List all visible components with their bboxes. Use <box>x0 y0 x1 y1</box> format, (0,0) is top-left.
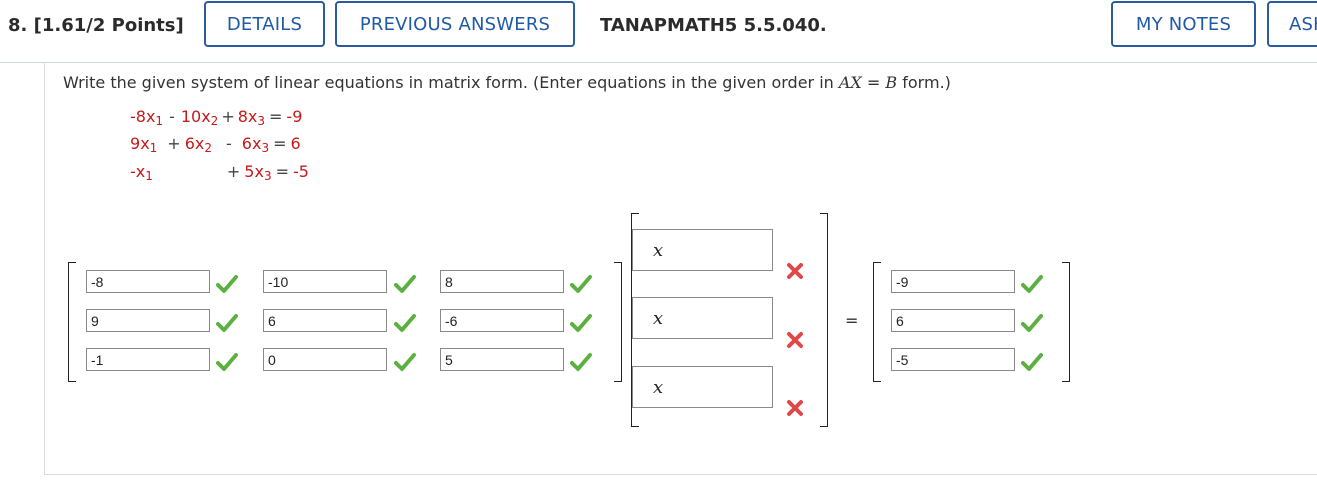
instruction-suffix: form.) <box>897 73 951 92</box>
cross-icon <box>787 263 803 279</box>
matrix-a-left-bracket <box>68 262 76 382</box>
eq3-sub-1: 1 <box>145 169 153 183</box>
check-icon <box>216 353 238 371</box>
eq2-op-2: + <box>167 134 181 153</box>
eq1-sub-3: 3 <box>257 114 266 128</box>
check-icon <box>394 353 416 371</box>
eq1-coef-1: -8 <box>130 107 146 126</box>
equation-2: 9x1 +6x2-6x3 = 6 <box>130 134 301 155</box>
matrix-b-cell-1[interactable]: -9 <box>891 270 1015 293</box>
equals-sign: = <box>845 311 859 330</box>
matrix-b-cell-2[interactable]: 6 <box>891 309 1015 332</box>
instruction-text: Write the given system of linear equatio… <box>63 73 951 92</box>
check-icon <box>570 353 592 371</box>
details-button[interactable]: DETAILS <box>204 1 325 47</box>
eq1-sub-2: 2 <box>210 114 219 128</box>
eq2-coef-2: 6 <box>184 134 195 153</box>
matrix-a-right-bracket <box>614 262 622 382</box>
matrix-a-cell-r2c3[interactable]: -6 <box>440 309 564 332</box>
eq1-op-3: + <box>221 107 235 126</box>
matrix-a-cell-r1c3[interactable]: 8 <box>440 270 564 293</box>
matrix-a-cell-r3c1[interactable]: -1 <box>86 348 210 371</box>
question-number: 8. [1.61/2 Points] <box>8 15 184 36</box>
matrix-a-cell-r1c2[interactable]: -10 <box>263 270 387 293</box>
eq1-op-2: - <box>169 107 175 126</box>
check-icon <box>394 275 416 293</box>
my-notes-button[interactable]: MY NOTES <box>1111 1 1256 47</box>
eq1-var-1: x <box>145 107 156 126</box>
instruction-ax: AX <box>838 73 862 92</box>
eq2-sub-1: 1 <box>149 141 158 155</box>
matrix-x-right-bracket <box>820 213 828 427</box>
check-icon <box>570 275 592 293</box>
matrix-b-cell-3[interactable]: -5 <box>891 348 1015 371</box>
check-icon <box>1021 275 1043 293</box>
matrix-a-cell-r3c2[interactable]: 0 <box>263 348 387 371</box>
matrix-x-cell-3[interactable]: x <box>632 366 773 408</box>
eq2-var-2: x <box>194 134 205 153</box>
eq1-rhs: -9 <box>286 107 303 126</box>
matrix-b-right-bracket <box>1062 262 1070 382</box>
eq1-var-3: x <box>247 107 258 126</box>
eq2-op-3: - <box>226 134 232 153</box>
ask-button[interactable]: ASK <box>1267 1 1317 47</box>
eq2-coef-1: 9 <box>130 134 141 153</box>
matrix-a-cell-r2c2[interactable]: 6 <box>263 309 387 332</box>
eq1-coef-3: 8 <box>237 107 248 126</box>
eq3-var-3: x <box>254 162 264 181</box>
cross-icon <box>787 400 803 416</box>
matrix-x-cell-2[interactable]: x <box>632 297 773 339</box>
eq3-var-1: x <box>135 162 146 181</box>
instruction-equals: = <box>861 73 886 92</box>
eq3-op-3: + <box>226 162 241 181</box>
equation-1: -8x1-10x2 +8x3 = -9 <box>130 107 302 128</box>
eq3-equals: = <box>275 162 289 181</box>
question-header: 8. [1.61/2 Points] DETAILS PREVIOUS ANSW… <box>0 0 1317 63</box>
instruction-prefix: Write the given system of linear equatio… <box>63 73 839 92</box>
eq3-sub-3: 3 <box>263 169 272 183</box>
matrix-a-cell-r3c3[interactable]: 5 <box>440 348 564 371</box>
equation-3: -x1 +5x3 = -5 <box>130 162 309 183</box>
check-icon <box>1021 314 1043 332</box>
problem-reference: TANAPMATH5 5.5.040. <box>600 15 827 36</box>
eq3-rhs: -5 <box>293 162 309 181</box>
eq3-coef-3: 5 <box>244 162 255 181</box>
eq1-coef-2: 10 <box>180 107 202 126</box>
eq2-coef-3: 6 <box>241 134 252 153</box>
matrix-a-cell-r1c1[interactable]: -8 <box>86 270 210 293</box>
eq2-var-1: x <box>140 134 150 153</box>
eq2-sub-2: 2 <box>204 141 212 155</box>
check-icon <box>216 314 238 332</box>
check-icon <box>394 314 416 332</box>
eq1-sub-1: 1 <box>155 114 164 128</box>
check-icon <box>570 314 592 332</box>
eq2-sub-3: 3 <box>261 141 270 155</box>
check-icon <box>1021 353 1043 371</box>
cross-icon <box>787 332 803 348</box>
check-icon <box>216 275 238 293</box>
eq1-equals: = <box>269 107 283 126</box>
matrix-b-left-bracket <box>873 262 881 382</box>
eq1-var-2: x <box>201 107 211 126</box>
matrix-x-cell-1[interactable]: x <box>632 229 773 271</box>
instruction-b: B <box>885 73 898 92</box>
matrix-a-cell-r2c1[interactable]: 9 <box>86 309 210 332</box>
eq2-rhs: 6 <box>290 134 301 153</box>
eq2-equals: = <box>273 134 287 153</box>
previous-answers-button[interactable]: PREVIOUS ANSWERS <box>335 1 575 47</box>
